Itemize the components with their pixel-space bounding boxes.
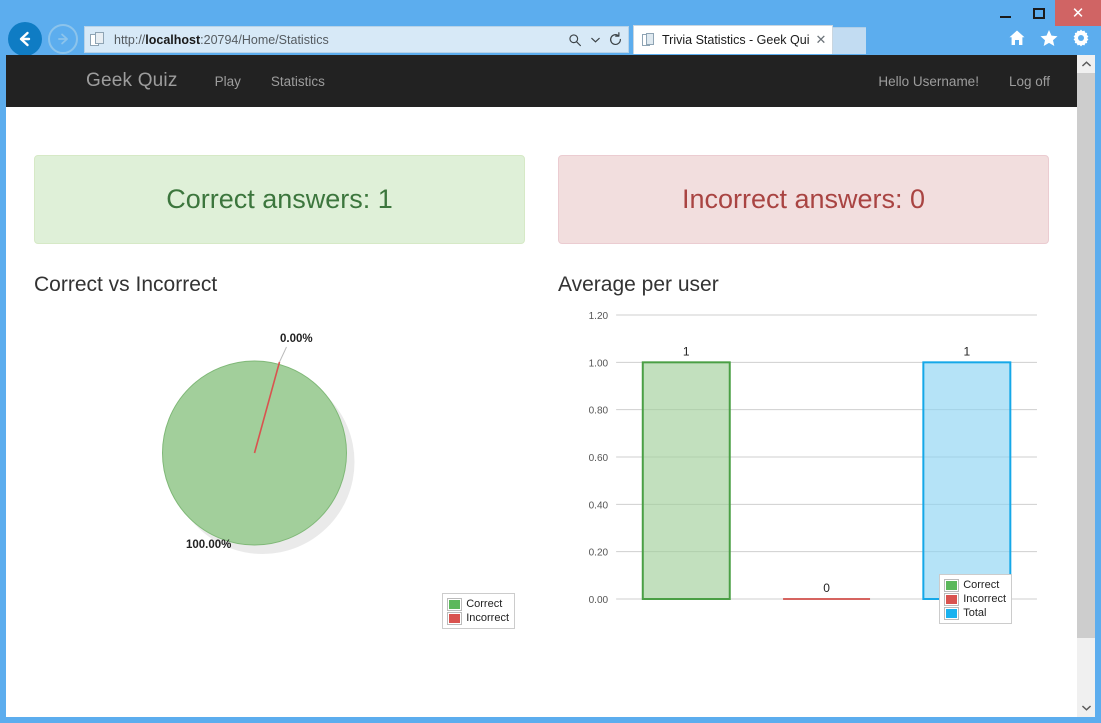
chevron-up-icon <box>1082 61 1091 67</box>
nav-link-statistics[interactable]: Statistics <box>256 74 340 89</box>
close-window-button[interactable]: ✕ <box>1055 0 1101 26</box>
legend-label-correct: Correct <box>466 598 502 610</box>
svg-text:1.20: 1.20 <box>589 311 609 322</box>
legend-label-correct: Correct <box>963 579 999 591</box>
legend-label-incorrect: Incorrect <box>963 593 1006 605</box>
bar-chart-title: Average per user <box>558 273 1049 297</box>
search-icon[interactable] <box>562 26 588 53</box>
chevron-down-icon <box>1082 705 1091 711</box>
back-button[interactable] <box>8 22 42 56</box>
minimize-button[interactable] <box>989 0 1022 26</box>
svg-text:0.00: 0.00 <box>589 595 609 606</box>
scrollbar-thumb[interactable] <box>1077 73 1095 638</box>
pie-chart-legend: Correct Incorrect <box>442 593 515 629</box>
charts-row: Correct vs Incorrect 0.00% 100 <box>6 273 1077 643</box>
legend-item: Incorrect <box>945 592 1006 606</box>
legend-item: Total <box>945 606 1006 620</box>
refresh-icon[interactable] <box>602 26 628 53</box>
legend-item: Correct <box>448 597 509 611</box>
legend-item: Incorrect <box>448 611 509 625</box>
browser-viewport: Geek Quiz Play Statistics Hello Username… <box>6 55 1095 717</box>
bar-chart-column: Average per user 0.00 0.20 0.40 0.60 0.80 1.0… <box>558 273 1049 643</box>
site-navbar: Geek Quiz Play Statistics Hello Username… <box>6 55 1077 107</box>
legend-swatch-correct <box>448 599 461 610</box>
legend-swatch-incorrect <box>448 613 461 624</box>
legend-swatch-incorrect <box>945 594 958 605</box>
forward-arrow-icon <box>54 30 72 48</box>
svg-text:1: 1 <box>683 344 690 358</box>
navbar-right: Hello Username! Log off <box>863 74 1065 89</box>
legend-label-incorrect: Incorrect <box>466 612 509 624</box>
pie-label-incorrect: 0.00% <box>280 333 313 345</box>
legend-item: Correct <box>945 578 1006 592</box>
url-text: http://localhost:20794/Home/Statistics <box>114 33 562 47</box>
svg-text:0.80: 0.80 <box>589 406 609 417</box>
scroll-up-button[interactable] <box>1077 55 1095 73</box>
navbar-left: Geek Quiz Play Statistics <box>6 70 340 92</box>
browser-toolbar-icons <box>1007 28 1091 48</box>
summary-alerts: Correct answers: 1 Incorrect answers: 0 <box>6 155 1077 244</box>
tab-favicon-icon <box>642 33 656 48</box>
star-icon[interactable] <box>1039 28 1059 48</box>
nav-link-play[interactable]: Play <box>200 74 256 89</box>
home-icon[interactable] <box>1007 28 1027 48</box>
svg-text:0: 0 <box>823 581 830 595</box>
new-tab-button[interactable] <box>833 27 866 54</box>
page-icon <box>90 31 108 49</box>
pie-label-correct: 100.00% <box>186 539 231 551</box>
legend-label-total: Total <box>963 607 986 619</box>
bar-chart-legend: Correct Incorrect Total <box>939 574 1012 624</box>
svg-text:1.00: 1.00 <box>589 358 609 369</box>
browser-window: ✕ http://localhost:20794/Home/Statistics <box>0 0 1101 723</box>
back-arrow-icon <box>15 29 35 49</box>
gear-icon[interactable] <box>1071 28 1091 48</box>
bar-chart-box: 0.00 0.20 0.40 0.60 0.80 1.00 1.20 1 0 1 Correct … <box>558 303 1049 643</box>
correct-answers-alert: Correct answers: 1 <box>34 155 525 244</box>
user-greeting[interactable]: Hello Username! <box>863 74 994 89</box>
svg-text:0.20: 0.20 <box>589 548 609 559</box>
logoff-link[interactable]: Log off <box>994 74 1065 89</box>
address-bar[interactable]: http://localhost:20794/Home/Statistics <box>84 26 629 53</box>
pie-chart-box: 0.00% 100.00% Correct Incorre <box>34 303 525 643</box>
scroll-down-button[interactable] <box>1077 699 1095 717</box>
brand-link[interactable]: Geek Quiz <box>86 70 178 92</box>
maximize-icon <box>1033 8 1045 19</box>
close-icon: ✕ <box>1072 6 1085 21</box>
minimize-icon <box>1000 16 1011 18</box>
chevron-down-icon[interactable] <box>588 26 602 53</box>
window-controls: ✕ <box>989 0 1101 26</box>
maximize-button[interactable] <box>1022 0 1055 26</box>
tab-title: Trivia Statistics - Geek Quiz <box>662 33 810 47</box>
legend-swatch-total <box>945 608 958 619</box>
forward-button[interactable] <box>48 24 78 54</box>
browser-tab[interactable]: Trivia Statistics - Geek Quiz ✕ <box>633 25 833 54</box>
tab-close-icon[interactable]: ✕ <box>810 32 832 48</box>
legend-swatch-correct <box>945 580 958 591</box>
pie-chart-title: Correct vs Incorrect <box>34 273 525 297</box>
svg-text:1: 1 <box>963 344 970 358</box>
incorrect-answers-alert: Incorrect answers: 0 <box>558 155 1049 244</box>
web-page: Geek Quiz Play Statistics Hello Username… <box>6 55 1077 717</box>
page-scrollbar[interactable] <box>1077 55 1095 717</box>
svg-text:0.40: 0.40 <box>589 500 609 511</box>
page-content: Correct answers: 1 Incorrect answers: 0 … <box>6 107 1077 643</box>
pie-chart-column: Correct vs Incorrect 0.00% 100 <box>34 273 525 643</box>
svg-text:0.60: 0.60 <box>589 453 609 464</box>
